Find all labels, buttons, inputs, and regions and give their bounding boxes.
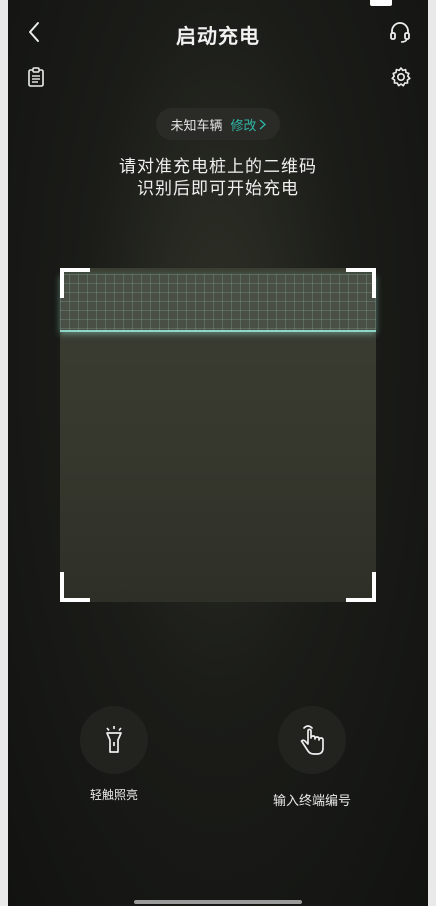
vehicle-name: 未知车辆 — [170, 118, 223, 134]
flashlight-icon — [106, 726, 122, 753]
flashlight-circle — [80, 706, 148, 774]
vehicle-edit-link[interactable]: 修改 — [231, 115, 266, 134]
flashlight-button[interactable]: 轻触照亮 — [44, 706, 184, 803]
vehicle-edit-label: 修改 — [230, 118, 257, 134]
clipboard-icon — [28, 67, 44, 87]
instruction-line-2: 识别后即可开始充电 — [137, 179, 299, 199]
records-button[interactable] — [24, 64, 48, 90]
scan-line-grid — [60, 274, 376, 332]
chevron-right-icon — [259, 119, 266, 129]
charging-scan-screen: 启动充电 未知车辆 修改 请对准充电桩上的二维码 识别后即可开始充电 轻触照亮 … — [8, 0, 428, 906]
frame-corner-top-left — [60, 268, 90, 298]
flashlight-label: 轻触照亮 — [89, 788, 138, 802]
enter-terminal-code-button[interactable]: 输入终端编号 — [242, 706, 382, 809]
home-indicator — [134, 900, 302, 904]
headset-icon — [390, 22, 410, 43]
gear-icon — [391, 67, 411, 87]
enter-code-label: 输入终端编号 — [272, 794, 351, 809]
qr-scan-frame — [60, 268, 376, 602]
nav-bar: 启动充电 — [8, 12, 428, 52]
hand-tap-icon — [300, 725, 324, 755]
scan-instruction: 请对准充电桩上的二维码 识别后即可开始充电 — [8, 156, 428, 200]
customer-service-button[interactable] — [386, 18, 414, 46]
page-title: 启动充电 — [176, 24, 260, 48]
instruction-line-1: 请对准充电桩上的二维码 — [119, 157, 317, 177]
status-indicator — [370, 0, 392, 6]
frame-corner-bottom-right — [346, 572, 376, 602]
vehicle-selector: 未知车辆 修改 — [156, 108, 280, 140]
tool-row — [8, 60, 428, 94]
settings-button[interactable] — [388, 64, 414, 90]
enter-code-circle — [278, 706, 346, 774]
frame-corner-top-right — [346, 268, 376, 298]
frame-corner-bottom-left — [60, 572, 90, 602]
